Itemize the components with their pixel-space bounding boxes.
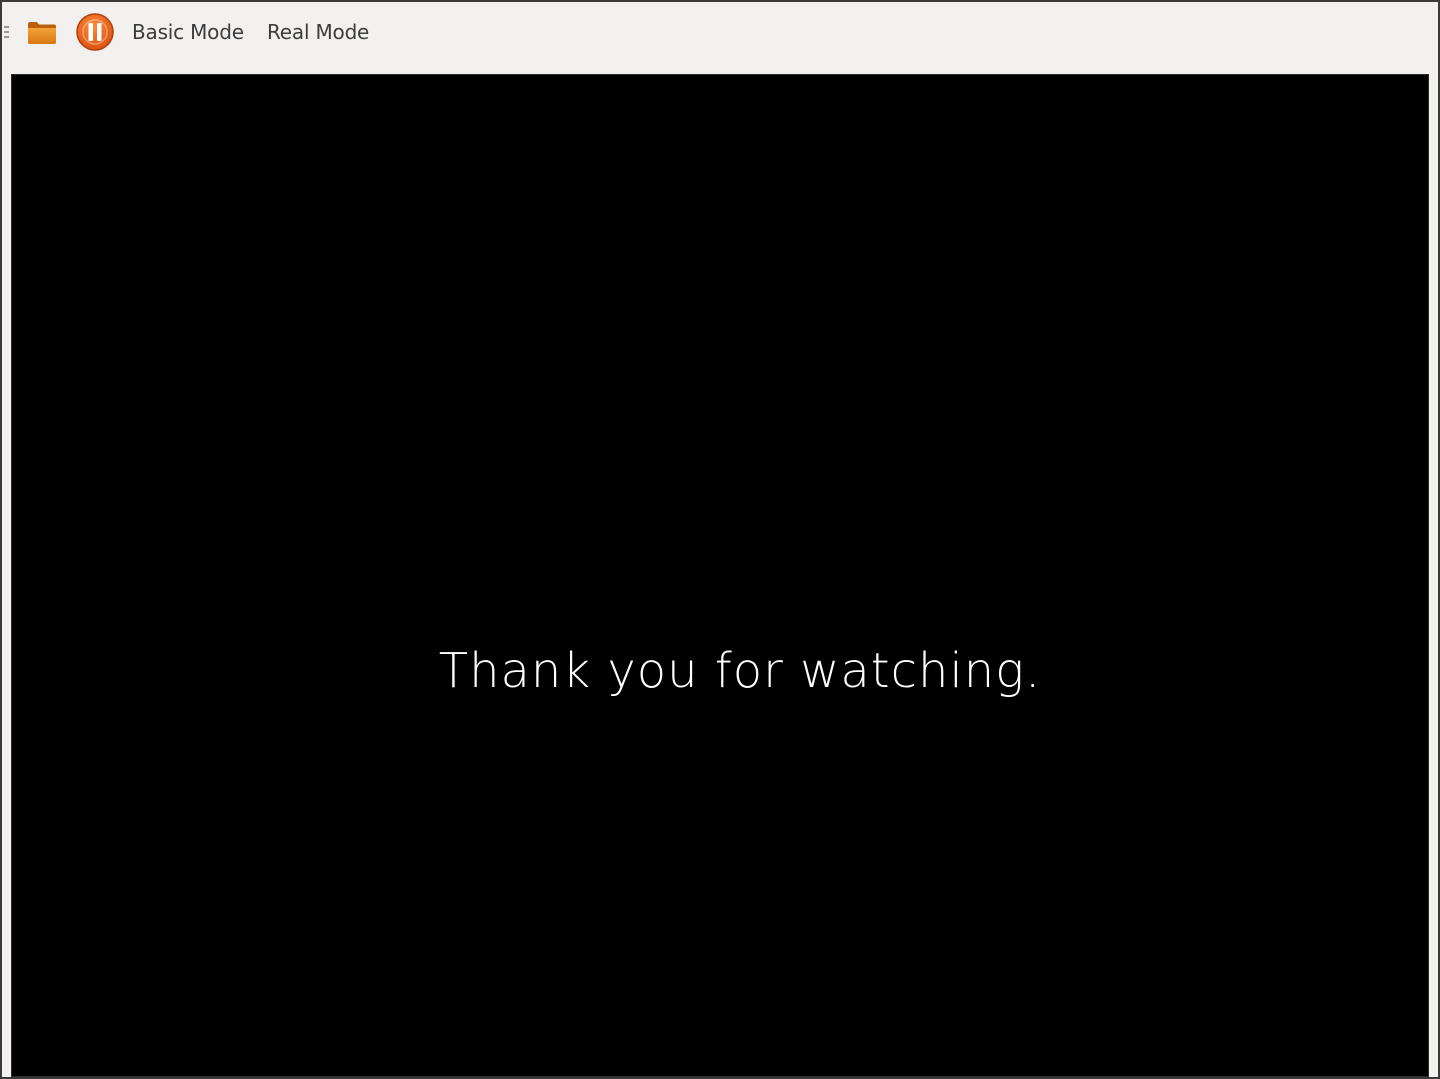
folder-icon xyxy=(28,22,56,44)
toolbar: Basic Mode Real Mode xyxy=(2,2,1438,70)
pause-icon xyxy=(76,13,114,51)
slide-message: Thank you for watching. xyxy=(438,643,1042,699)
menu-basic-mode[interactable]: Basic Mode xyxy=(132,18,244,46)
presentation-viewport[interactable]: Thank you for watching. xyxy=(11,74,1429,1077)
toolbar-grip-handle[interactable] xyxy=(4,26,9,38)
app-window: Basic Mode Real Mode Thank you for watch… xyxy=(0,0,1440,1079)
menu-real-mode[interactable]: Real Mode xyxy=(267,18,369,46)
open-file-button[interactable] xyxy=(22,14,62,50)
pause-button[interactable] xyxy=(74,12,116,52)
